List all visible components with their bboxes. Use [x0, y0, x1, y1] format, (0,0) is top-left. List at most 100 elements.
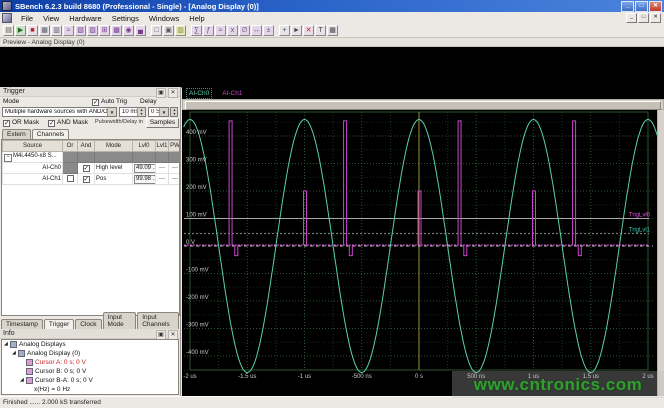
toolbar-button-sum-function[interactable]: ∑ — [191, 25, 202, 36]
tree-item[interactable]: Cursor A: 0 s; 0 V — [2, 358, 178, 367]
column-header-lvl0[interactable]: Lvl0 — [132, 140, 156, 152]
column-header-pw[interactable]: PW — [168, 140, 179, 152]
chevron-down-icon[interactable]: ▼ — [107, 108, 116, 116]
minimize-icon[interactable]: _ — [621, 0, 634, 12]
toolbar-button-signal-function[interactable]: ≈ — [215, 25, 226, 36]
tab-extern[interactable]: Extern — [2, 129, 31, 139]
toolbar-button-function-editor[interactable]: ƒ — [203, 25, 214, 36]
and-checkbox[interactable]: ✓ — [82, 175, 90, 183]
and-cell[interactable]: ✓ — [77, 173, 95, 185]
vertical-scrollbar[interactable] — [657, 110, 664, 396]
toolbar: ▤ ▶ ■ ▦ ▥ ≈ ▧ ▨ ⊞ ▩ ◉ ▄ □ ▣ ▥ ∑ ƒ ≈ x ∅ ↔ ± + ► ✕ T ▦ — [0, 24, 664, 38]
dock-icon[interactable]: ▣ — [156, 88, 166, 98]
and-mask-check-icon[interactable]: ✓ — [48, 120, 55, 127]
and-mask-checkbox[interactable]: ✓ AND Mask — [48, 119, 88, 127]
channel-label-ai-ch1[interactable]: AI-Ch1 — [220, 89, 244, 98]
tab-input-channels[interactable]: Input Channels — [137, 312, 179, 329]
mode-cell[interactable]: High level — [94, 162, 133, 174]
lvl0-cell[interactable]: 99.98 ... — [132, 173, 156, 185]
close-panel-icon[interactable]: ✕ — [168, 88, 178, 98]
maximize-icon[interactable]: □ — [635, 0, 648, 12]
table-row-ai-ch0[interactable]: AI-Ch0✓High level49.09 ...------ — [2, 162, 179, 174]
mdi-minimize-icon[interactable]: _ — [626, 13, 637, 23]
menu-item-settings[interactable]: Settings — [107, 13, 144, 24]
lvl0-cell[interactable]: 49.09 ... — [132, 162, 156, 174]
menu-item-windows[interactable]: Windows — [144, 13, 184, 24]
auto-trig-checkbox[interactable]: ✓ Auto Trig — [92, 98, 127, 106]
toolbar-button-stop-acquisition[interactable]: ■ — [27, 25, 38, 36]
menu-item-help[interactable]: Help — [184, 13, 209, 24]
tree-item[interactable]: ◢ Analog Display (0) — [2, 349, 178, 358]
toolbar-button-card-monitor[interactable]: ▥ — [51, 25, 62, 36]
toolbar-button-text-annotation[interactable]: T — [315, 25, 326, 36]
horizontal-scrollbar[interactable] — [182, 99, 664, 110]
toolbar-button-start-preview[interactable]: ▶ — [15, 25, 26, 36]
mdi-close-icon[interactable]: ✕ — [650, 13, 661, 23]
auto-trig-check-icon[interactable]: ✓ — [92, 99, 99, 106]
toolbar-button-pointer-tool[interactable]: ► — [291, 25, 302, 36]
info-tree: ◢ Analog Displays ◢ Analog Display (0) Curso… — [1, 339, 179, 395]
mdi-restore-icon[interactable]: □ — [638, 13, 649, 23]
collapse-icon[interactable]: − — [4, 153, 12, 162]
toolbar-button-combine-function[interactable]: ± — [263, 25, 274, 36]
toolbar-button-meter-display[interactable]: ◉ — [123, 25, 134, 36]
toolbar-button-null-function[interactable]: ∅ — [239, 25, 250, 36]
tab-input-mode[interactable]: Input Mode — [102, 312, 137, 329]
or-mask-checkbox[interactable]: ✓ OR Mask — [3, 119, 39, 127]
toolbar-button-overview-window[interactable]: ▣ — [163, 25, 174, 36]
toolbar-button-delete-display[interactable]: ✕ — [303, 25, 314, 36]
close-icon[interactable]: ✕ — [649, 0, 662, 12]
and-cell[interactable]: ✓ — [77, 162, 95, 174]
scrollbar-thumb[interactable] — [185, 101, 661, 110]
table-row-device[interactable]: − M4i.4450-x8 S... — [2, 151, 179, 163]
toolbar-button-analog-display[interactable]: ≈ — [63, 25, 74, 36]
menu-item-file[interactable]: File — [16, 13, 38, 24]
trigger-panel-header: Trigger ▣ ✕ — [0, 87, 180, 98]
tab-timestamp[interactable]: Timestamp — [1, 319, 43, 329]
tab-clock[interactable]: Clock — [75, 319, 102, 329]
or-cell[interactable] — [62, 162, 78, 174]
and-checkbox[interactable]: ✓ — [82, 164, 90, 172]
toolbar-button-crosshair-cursor[interactable]: + — [279, 25, 290, 36]
toolbar-button-run-display[interactable]: ▦ — [39, 25, 50, 36]
time-spinner[interactable]: ▲ ▼ — [137, 108, 145, 116]
toolbar-button-transfer-function[interactable]: ↔ — [251, 25, 262, 36]
column-header-source[interactable]: Source — [2, 140, 63, 152]
column-header-lvl1[interactable]: Lvl1 — [155, 140, 169, 152]
mode-cell[interactable]: Pos — [94, 173, 133, 185]
toolbar-button-new-file[interactable]: ▤ — [3, 25, 14, 36]
preview-display-area[interactable] — [0, 47, 664, 88]
toolbar-button-histogram-display[interactable]: ▄ — [135, 25, 146, 36]
menu-item-hardware[interactable]: Hardware — [64, 13, 107, 24]
delay-select[interactable]: 0 S▼ — [148, 107, 169, 117]
trigger-mode-select[interactable]: Multiple hardware sources with AND/OR ▼ — [2, 107, 117, 117]
or-cell[interactable] — [62, 173, 78, 185]
column-header-mode[interactable]: Mode — [94, 140, 133, 152]
or-mask-check-icon[interactable]: ✓ — [3, 120, 10, 127]
tree-item[interactable]: ◢ Cursor B-A: 0 s; 0 V — [2, 376, 178, 385]
table-row-ai-ch1[interactable]: AI-Ch1✓Pos99.98 ...------ — [2, 173, 179, 185]
window-title: SBench 6.2.3 build 8680 (Professional - … — [15, 1, 259, 11]
trigger-time-input[interactable]: 10 ms ▲ ▼ — [119, 107, 146, 117]
delay-spinner[interactable]: ▲ ▼ — [170, 107, 178, 117]
column-header-or[interactable]: Or — [62, 140, 78, 152]
chevron-down-icon[interactable]: ▼ — [159, 108, 168, 116]
menu-item-view[interactable]: View — [38, 13, 64, 24]
toolbar-button-xy-display[interactable]: ⊞ — [99, 25, 110, 36]
toolbar-button-grid-settings[interactable]: ▦ — [327, 25, 338, 36]
or-checkbox[interactable] — [66, 175, 74, 182]
tree-item[interactable]: Cursor B: 0 s; 0 V — [2, 367, 178, 376]
toolbar-button-digital-display[interactable]: ▧ — [75, 25, 86, 36]
toolbar-button-spectrum-display[interactable]: ▨ — [87, 25, 98, 36]
waveform-plot[interactable]: TrigLvl0 TrigLvl1 400 mV 300 mV 200 mV 100 mV… — [182, 110, 658, 396]
column-header-and[interactable]: And — [77, 140, 95, 152]
toolbar-button-zoom-window[interactable]: □ — [151, 25, 162, 36]
samples-button[interactable]: Samples — [146, 118, 179, 128]
tree-item[interactable]: x(Hz) = 0 Hz — [2, 385, 178, 394]
toolbar-button-average-function[interactable]: x — [227, 25, 238, 36]
toolbar-button-waterfall-display[interactable]: ▩ — [111, 25, 122, 36]
tree-item[interactable]: ◢ Analog Displays — [2, 340, 178, 349]
toolbar-button-export-tool[interactable]: ▥ — [175, 25, 186, 36]
cursor-icon — [26, 377, 33, 384]
channel-label-ai-ch0[interactable]: AI-Ch0 — [186, 87, 213, 99]
